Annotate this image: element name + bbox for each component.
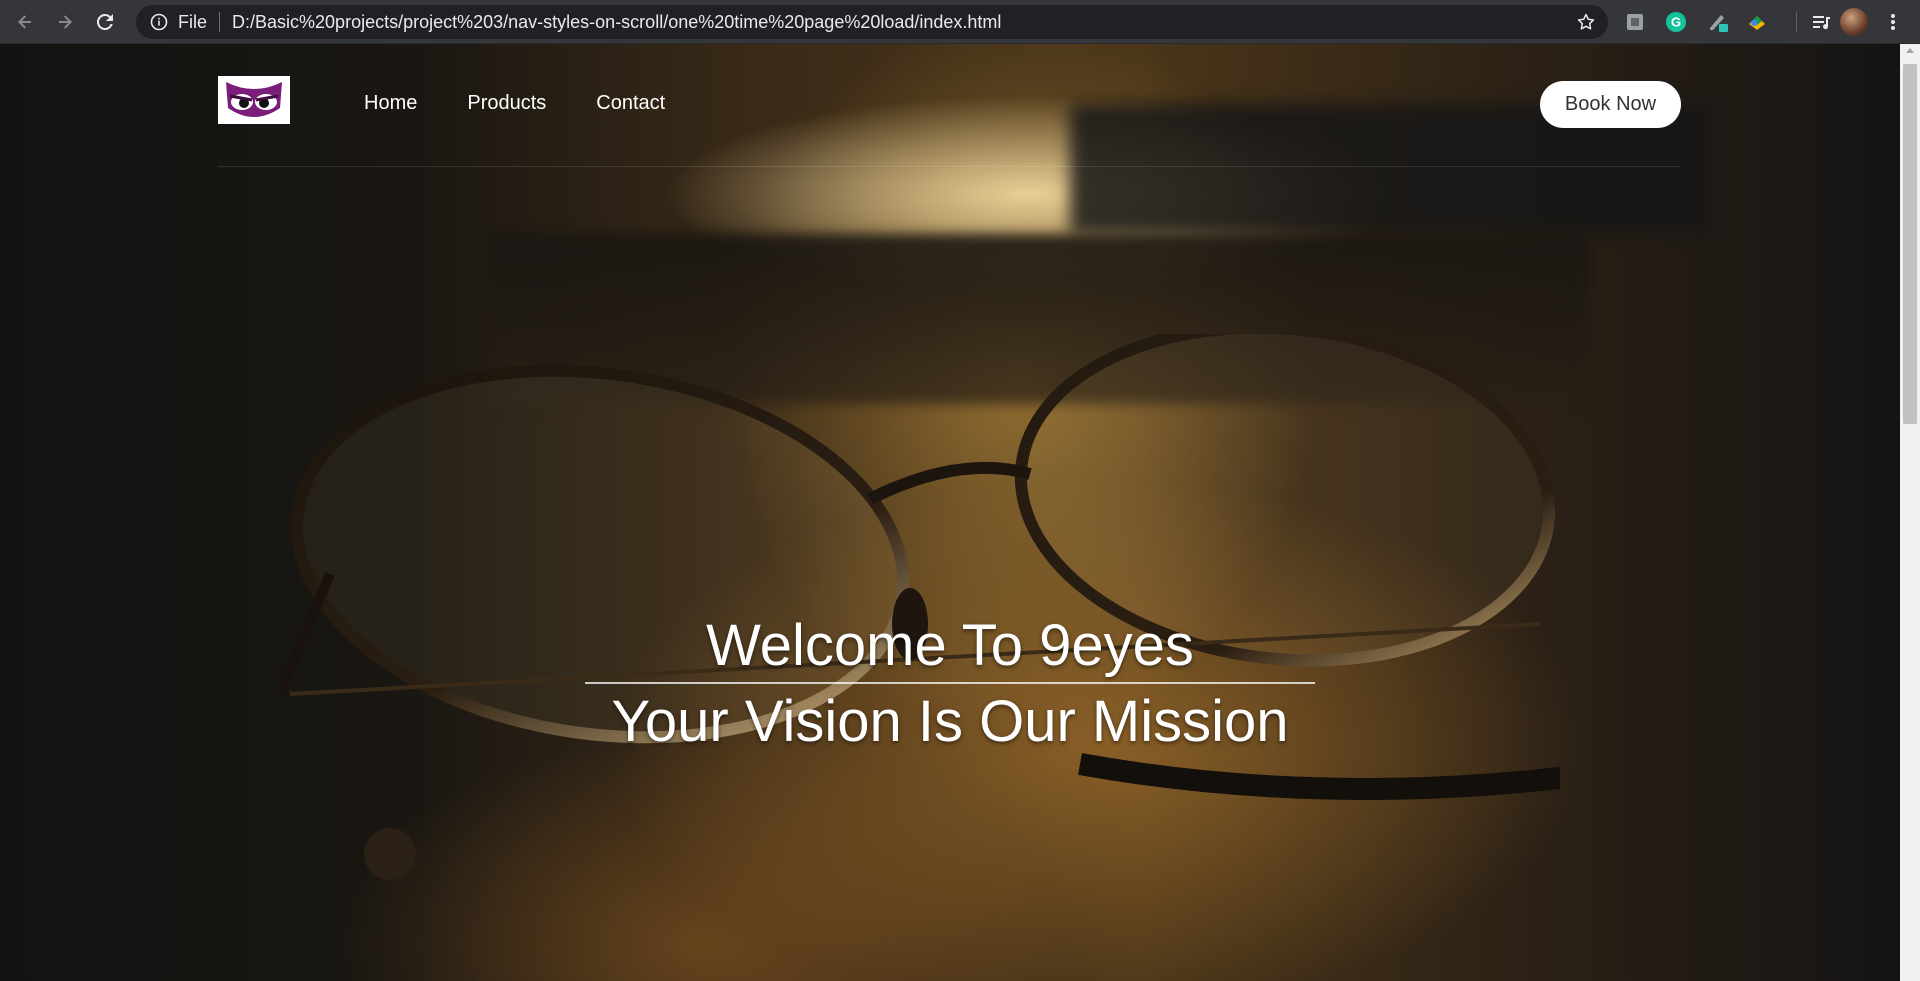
reload-button[interactable] — [90, 7, 120, 37]
star-icon[interactable] — [1576, 12, 1596, 32]
back-icon — [18, 14, 31, 29]
owl-logo-mark — [226, 82, 282, 117]
hero-section: Welcome To 9eyes Your Vision Is Our Miss… — [0, 614, 1900, 754]
pen-extension-icon[interactable] — [1705, 9, 1731, 35]
info-icon[interactable] — [150, 13, 168, 31]
nav-link-products[interactable]: Products — [467, 92, 546, 115]
browser-toolbar: File D:/Basic%20projects/project%203/nav… — [0, 0, 1920, 44]
url-text[interactable]: D:/Basic%20projects/project%203/nav-styl… — [232, 12, 1001, 33]
forward-icon — [59, 14, 72, 29]
owl-logo[interactable] — [218, 76, 290, 124]
scheme-label: File — [178, 11, 208, 32]
nav-links: Home Products Contact — [364, 92, 715, 115]
address-bar[interactable]: File D:/Basic%20projects/project%203/nav… — [136, 5, 1608, 39]
svg-text:G: G — [1671, 15, 1681, 30]
forward-button[interactable] — [50, 7, 80, 37]
site-navbar: Home Products Contact Book Now — [218, 44, 1681, 167]
back-button[interactable] — [10, 7, 40, 37]
reload-icon — [96, 13, 113, 30]
scroll-thumb[interactable] — [1903, 64, 1917, 424]
page-scrollbar[interactable] — [1900, 44, 1920, 981]
nav-link-home[interactable]: Home — [364, 92, 417, 115]
hero-title: Welcome To 9eyes — [706, 613, 1194, 678]
profile-avatar[interactable] — [1840, 8, 1868, 36]
hero-subtitle: Your Vision Is Our Mission — [611, 688, 1289, 754]
extension-icon[interactable] — [1622, 9, 1648, 35]
nav-link-contact[interactable]: Contact — [596, 92, 665, 115]
menu-icon[interactable] — [1880, 9, 1906, 35]
scroll-up-arrow-icon[interactable] — [1906, 48, 1914, 53]
hero-divider — [585, 681, 1315, 684]
reading-list-icon[interactable] — [1808, 9, 1834, 35]
omnibox-divider — [219, 12, 221, 32]
color-extension-icon[interactable] — [1744, 9, 1770, 35]
grammarly-icon[interactable]: G — [1663, 9, 1689, 35]
page-viewport: Home Products Contact Book Now Welcome T… — [0, 44, 1900, 981]
book-now-button[interactable]: Book Now — [1540, 81, 1681, 128]
toolbar-divider — [1796, 12, 1797, 32]
